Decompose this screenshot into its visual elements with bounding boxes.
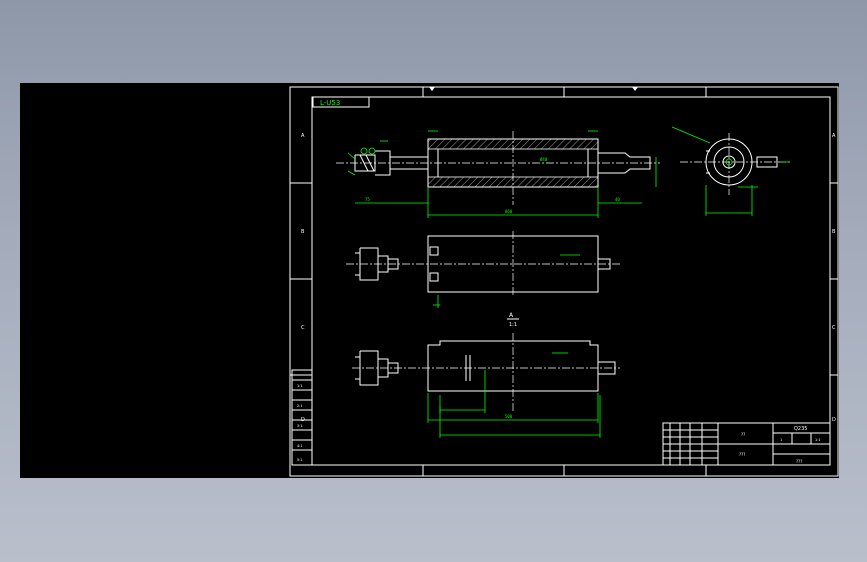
title-drawing-no: ??? [796, 459, 802, 464]
title-block: ?? ??? Q235 ??? 1 1:1 [662, 422, 831, 466]
dim-key: 40 [615, 197, 620, 202]
zone-letter: C [301, 325, 305, 331]
rev-row: 1:1 [297, 384, 303, 388]
lower-section-view: 500 [352, 333, 620, 438]
dim-flange: 75 [365, 197, 370, 202]
section-view: 860 75 40 Ø40 [336, 130, 660, 218]
mechanical-drawing: A B C D A B C D L-U53 860 75 40 Ø40 A 1:… [289, 86, 839, 477]
end-view [671, 126, 790, 216]
rev-row: 4:1 [297, 444, 303, 448]
zone-letter: C [832, 325, 836, 331]
rev-row: 5:1 [297, 458, 303, 462]
cad-viewport[interactable]: A B C D A B C D L-U53 860 75 40 Ø40 A 1:… [20, 83, 839, 478]
zone-letter: A [832, 133, 836, 139]
title-sheet: 1 [780, 438, 782, 442]
dim-overall: 860 [505, 209, 513, 214]
part-number-label: L-U53 [320, 99, 340, 107]
rev-row: 2:1 [297, 404, 303, 408]
plan-view [346, 231, 622, 308]
rev-row: 3:1 [297, 424, 303, 428]
dim-bore: Ø40 [540, 157, 548, 162]
title-company: ??? [739, 452, 745, 457]
zone-letter: B [832, 229, 836, 235]
zone-letter: B [301, 229, 305, 235]
section-scale: 1:1 [509, 322, 517, 328]
dim-shaft: 500 [505, 414, 513, 419]
zone-letter: A [301, 133, 305, 139]
title-scale: 1:1 [815, 438, 821, 442]
zone-letter: D [832, 417, 836, 423]
title-material: Q235 [794, 426, 807, 432]
section-mark: A [509, 312, 514, 319]
title-name: ?? [741, 432, 745, 437]
